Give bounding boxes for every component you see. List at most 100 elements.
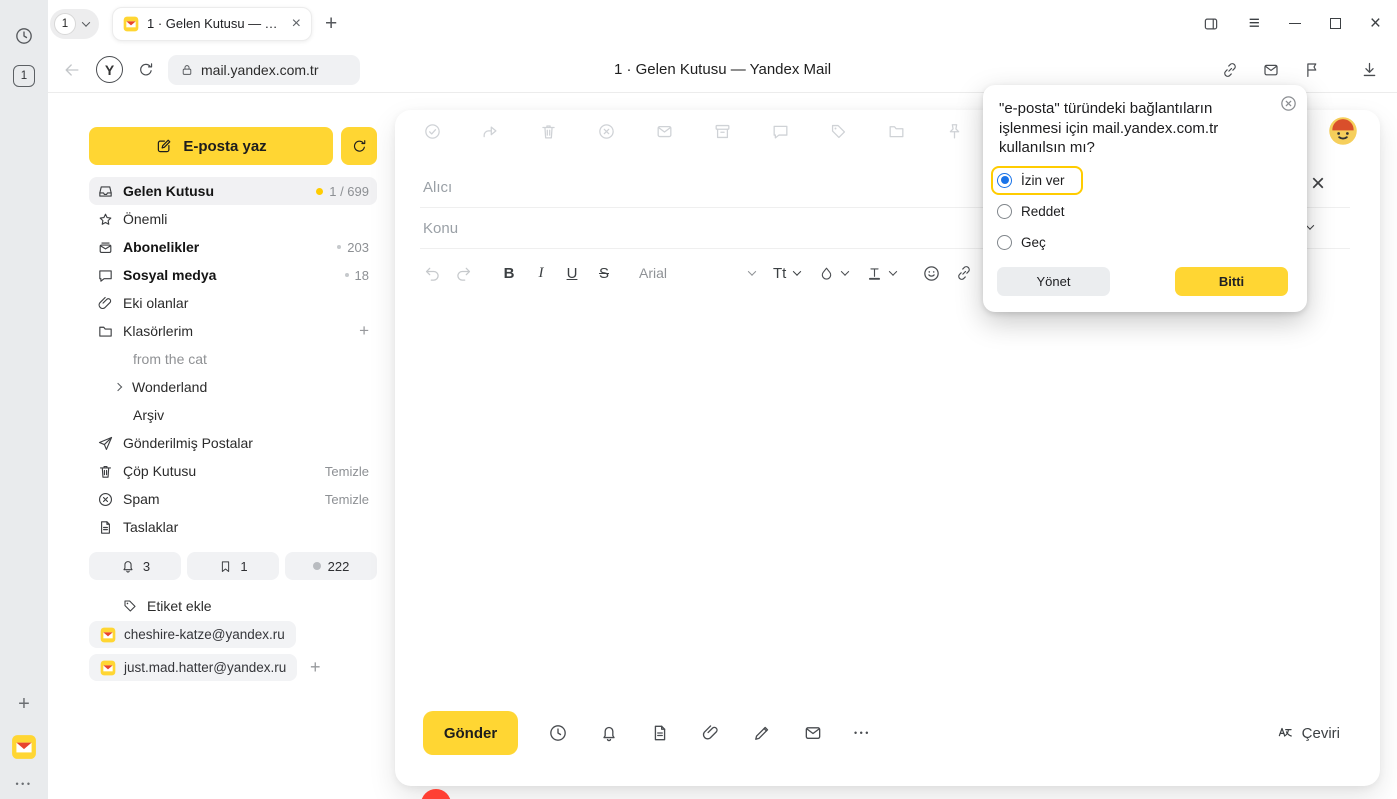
font-size-select[interactable]: Tt — [773, 265, 800, 282]
reminders-badge[interactable]: 3 — [89, 552, 181, 580]
unread-badge[interactable]: 222 — [285, 552, 377, 580]
sender-avatar-partial — [421, 789, 451, 799]
radio-icon[interactable] — [997, 235, 1012, 250]
bold-button[interactable]: B — [499, 265, 519, 282]
bookmark-flag-icon[interactable] — [1303, 61, 1321, 79]
italic-button[interactable]: I — [533, 265, 549, 282]
pin-icon[interactable] — [945, 122, 964, 141]
font-family-select[interactable]: Arial — [639, 265, 755, 281]
mark-spam-icon[interactable] — [597, 122, 616, 141]
history-button[interactable] — [11, 23, 37, 49]
archive-icon[interactable] — [713, 122, 732, 141]
add-account-button[interactable]: + — [310, 654, 321, 681]
sidebar-item-label: Taslaklar — [123, 519, 178, 535]
dialog-close-icon[interactable] — [1279, 94, 1298, 113]
radio-option-allow[interactable]: İzin ver — [997, 168, 1065, 193]
chevron-right-icon[interactable] — [114, 383, 122, 391]
reminders-count: 3 — [143, 559, 150, 574]
sidebar-item-important[interactable]: Önemli — [89, 205, 377, 233]
delete-icon[interactable] — [539, 122, 558, 141]
tab-close-button[interactable]: × — [292, 16, 301, 32]
sidebar-item-subscriptions[interactable]: Abonelikler 203 — [89, 233, 377, 261]
sidebar-item-label: Klasörlerim — [123, 323, 193, 339]
sidebar-item-drafts[interactable]: Taslaklar — [89, 513, 377, 541]
close-window-button[interactable]: × — [1370, 14, 1381, 33]
sidebar-add-button[interactable]: + — [18, 694, 30, 714]
sidebar-item-label: Eki olanlar — [123, 295, 188, 311]
select-all-icon[interactable] — [423, 122, 442, 141]
send-button[interactable]: Gönder — [423, 711, 518, 755]
radio-option-deny[interactable]: Reddet — [997, 197, 1307, 226]
sidebar-item-with-attachments[interactable]: Eki olanlar — [89, 289, 377, 317]
refresh-mail-button[interactable] — [341, 127, 377, 165]
unread-dot — [316, 188, 323, 195]
highlight-color-select[interactable] — [818, 265, 848, 282]
empty-spam-link[interactable]: Temizle — [325, 492, 369, 507]
clock-history-icon — [14, 26, 34, 46]
move-to-folder-icon[interactable] — [887, 122, 906, 141]
bookmarked-badge[interactable]: 1 — [187, 552, 279, 580]
sidebar-item-inbox[interactable]: Gelen Kutusu 1 / 699 — [89, 177, 377, 205]
sidebar-item-spam[interactable]: Spam Temizle — [89, 485, 377, 513]
browser-menu-button[interactable]: ≡ — [1249, 13, 1260, 35]
emoji-button[interactable] — [922, 264, 941, 283]
done-button[interactable]: Bitti — [1175, 267, 1288, 296]
yandex-home-button[interactable]: Y — [96, 56, 123, 83]
user-avatar[interactable] — [1328, 116, 1358, 146]
address-bar[interactable]: mail.yandex.com.tr — [168, 55, 360, 85]
schedule-send-icon[interactable] — [548, 723, 568, 743]
attach-from-mail-icon[interactable] — [803, 723, 823, 743]
compose-email-button[interactable]: E-posta yaz — [89, 127, 333, 165]
signature-icon[interactable] — [752, 723, 772, 743]
sidebar-folder-archive[interactable]: Arşiv — [89, 401, 377, 429]
sidebar-folder-wonderland[interactable]: Wonderland — [89, 373, 377, 401]
sidebar-more-button[interactable]: ••• — [16, 780, 33, 789]
sidebar-item-trash[interactable]: Çöp Kutusu Temizle — [89, 457, 377, 485]
label-icon[interactable] — [829, 122, 848, 141]
insert-link-button[interactable] — [955, 264, 973, 282]
redo-icon[interactable] — [454, 264, 473, 283]
text-color-select[interactable] — [866, 265, 896, 282]
account-cheshire[interactable]: cheshire-katze@yandex.ru — [89, 621, 296, 648]
side-panel-icon[interactable] — [1202, 15, 1220, 33]
empty-trash-link[interactable]: Temizle — [325, 464, 369, 479]
maximize-button[interactable] — [1330, 18, 1341, 29]
reload-button[interactable] — [137, 61, 155, 79]
more-options-button[interactable]: ••• — [854, 729, 871, 738]
downloads-icon[interactable] — [1360, 60, 1379, 79]
close-compose-button[interactable]: × — [1311, 170, 1325, 198]
inbox-icon — [97, 183, 114, 200]
tab-group-chip[interactable]: 1 — [50, 9, 99, 39]
back-button[interactable] — [62, 60, 82, 80]
tab-count-badge[interactable]: 1 — [13, 65, 35, 87]
underline-button[interactable]: U — [563, 265, 581, 282]
forward-icon[interactable] — [481, 122, 500, 141]
protocol-handler-mail-icon[interactable] — [1262, 61, 1280, 79]
sidebar-item-label: Arşiv — [133, 407, 164, 423]
sidebar-folder-from-the-cat[interactable]: from the cat — [89, 345, 377, 373]
radio-selected-icon[interactable] — [997, 173, 1012, 188]
mark-read-icon[interactable] — [655, 122, 674, 141]
translate-button[interactable]: Çeviri — [1276, 724, 1340, 742]
sidebar-item-social[interactable]: Sosyal medya 18 — [89, 261, 377, 289]
comment-icon[interactable] — [771, 122, 790, 141]
minimize-button[interactable] — [1289, 23, 1301, 25]
strikethrough-button[interactable]: S — [595, 265, 613, 282]
sidebar-item-my-folders[interactable]: Klasörlerim + — [89, 317, 377, 345]
add-folder-button[interactable]: + — [359, 321, 369, 341]
template-icon[interactable] — [650, 723, 670, 743]
add-label-button[interactable]: Etiket ekle — [89, 593, 212, 619]
new-tab-button[interactable]: + — [325, 13, 337, 34]
strip-bottom: + ••• — [11, 694, 37, 799]
notify-icon[interactable] — [599, 723, 619, 743]
share-link-icon[interactable] — [1221, 61, 1239, 79]
undo-icon[interactable] — [423, 264, 442, 283]
yandex-mail-app-button[interactable] — [11, 734, 37, 760]
manage-button[interactable]: Yönet — [997, 267, 1110, 296]
account-hatter[interactable]: just.mad.hatter@yandex.ru — [89, 654, 297, 681]
radio-option-skip[interactable]: Geç — [997, 228, 1307, 257]
attach-file-icon[interactable] — [701, 723, 721, 743]
sidebar-item-sent[interactable]: Gönderilmiş Postalar — [89, 429, 377, 457]
radio-icon[interactable] — [997, 204, 1012, 219]
active-tab[interactable]: 1 · Gelen Kutusu — Yandex Mail × — [112, 7, 312, 41]
